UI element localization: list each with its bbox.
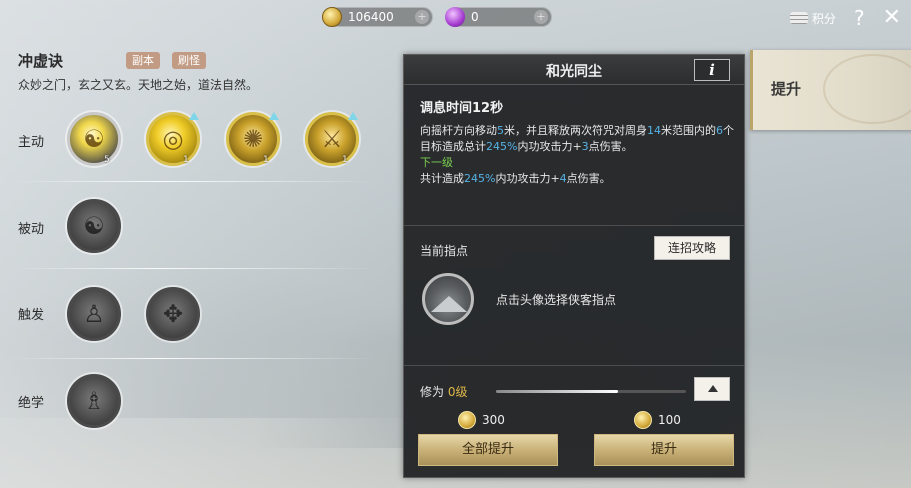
tab-upgrade[interactable]: 提升 [750,50,911,130]
school-motto: 众妙之门，玄之又玄。天地之始，道法自然。 [18,78,259,92]
desc-value: 3 [581,140,589,153]
meditating-figure-icon: ♙ [83,300,105,328]
upgrade-arrow-icon [348,112,358,120]
skill-school-title: 冲虚诀 [18,52,64,70]
trigger-skill-2[interactable]: ✥ [146,287,200,341]
trigger-skill-1[interactable]: ♙ [67,287,121,341]
desc-text: 点伤害。 [588,140,633,153]
thunder-talisman-icon: ☯ [83,125,105,153]
gem-counter: 0 + [445,7,552,27]
upgrade-arrow-icon [269,112,279,120]
top-right-controls: 积分 ? ✕ [789,7,901,29]
points-icon [789,12,808,24]
row-divider [10,268,380,269]
next-level-label: 下一级 [420,156,453,169]
upgrade-arrow-icon [189,112,199,120]
coin-counter: 106400 + [322,7,433,27]
cultivation-label: 修为 0级 [420,383,467,400]
active-skill-2-level: 1 [183,155,189,165]
desc-value: 5 [497,124,504,137]
active-skill-4[interactable]: ⚔ [305,112,359,166]
gem-amount: 0 [471,10,479,24]
vortex-icon: ◎ [162,125,184,153]
combo-guide-button[interactable]: 连招攻略 [654,236,730,260]
shattered-rock-icon: ✥ [162,300,184,328]
cultivation-progress-bar [496,390,686,393]
upgrade-all-button[interactable]: 全部提升 [418,434,558,466]
row-divider [10,358,380,359]
arrow-up-icon [708,385,718,392]
coin-amount: 106400 [348,10,394,24]
row-label-trigger: 触发 [18,308,45,323]
active-skill-1[interactable]: ☯ [67,112,121,166]
gem-icon [445,7,465,27]
avatar-hint-text: 点击头像选择侠客指点 [496,293,617,307]
upgrade-cost-value: 100 [658,413,681,427]
upgrade-all-cost: 300 [458,411,505,429]
upgrade-cost: 100 [634,411,681,429]
passive-skill-1[interactable]: ☯ [67,199,121,253]
active-skill-1-level: 5 [104,155,110,165]
seated-sage-icon: ♗ [83,387,105,415]
help-icon[interactable]: ? [854,8,865,28]
skill-description: 向摇杆方向移动5米，并且释放两次符咒对周身14米范围内的6个目标造成总计245%… [420,123,738,187]
desc-value: 6 [716,124,723,137]
row-label-active: 主动 [18,135,45,150]
row-divider [10,181,380,182]
active-skill-3[interactable]: ✺ [226,112,280,166]
desc-text: 点伤害。 [566,172,611,185]
upgrade-button[interactable]: 提升 [594,434,734,466]
desc-text: 向摇杆方向移动 [420,124,497,137]
sword-slash-icon: ⚔ [321,125,343,153]
desc-text: 内功攻击力+ [495,172,560,185]
cooldown-text: 调息时间12秒 [420,101,504,116]
cultivation-text: 修为 [420,385,445,399]
section-divider [404,365,744,366]
points-label: 积分 [811,11,836,26]
desc-text: 内功攻击力+ [517,140,582,153]
mountain-icon [431,296,467,312]
row-label-ultimate: 绝学 [18,396,45,411]
cultivation-level: 0级 [447,385,468,399]
active-skill-4-level: 1 [342,155,348,165]
tag-dungeon: 副本 [126,52,160,69]
yin-yang-icon: ☯ [83,212,105,240]
ultimate-skill-1[interactable]: ♗ [67,374,121,428]
close-icon[interactable]: ✕ [883,7,901,29]
upgrade-all-cost-value: 300 [482,413,505,427]
info-button[interactable]: i [694,59,730,81]
cloud-pattern-icon [823,54,911,124]
skill-detail-panel: 和光同尘 i 调息时间12秒 向摇杆方向移动5米，并且释放两次符咒对周身14米范… [403,54,745,478]
desc-value: 14 [647,124,661,137]
desc-value: 245% [464,172,496,185]
add-coins-button[interactable]: + [415,10,429,24]
coin-icon [458,411,476,429]
burst-figure-icon: ✺ [242,125,264,153]
skill-name: 和光同尘 [546,64,602,80]
coin-icon [634,411,652,429]
section-divider [404,225,744,226]
cultivation-progress-fill [496,390,618,393]
tab-upgrade-label: 提升 [771,80,802,98]
cultivation-up-button[interactable] [694,377,730,401]
active-skill-3-level: 1 [263,155,269,165]
active-skill-2[interactable]: ◎ [146,112,200,166]
desc-text: 米，并且释放两次符咒对周身 [504,124,647,137]
desc-value: 4 [559,172,567,185]
row-label-passive: 被动 [18,222,45,237]
desc-text: 共计造成 [420,172,464,185]
desc-value: 245% [486,140,518,153]
mentor-avatar[interactable] [422,273,474,325]
tag-grinding: 刷怪 [172,52,206,69]
desc-text: 米范围内的 [661,124,716,137]
points-button[interactable]: 积分 [789,10,836,27]
coin-icon [322,7,342,27]
add-gems-button[interactable]: + [534,10,548,24]
current-guide-label: 当前指点 [420,244,469,258]
